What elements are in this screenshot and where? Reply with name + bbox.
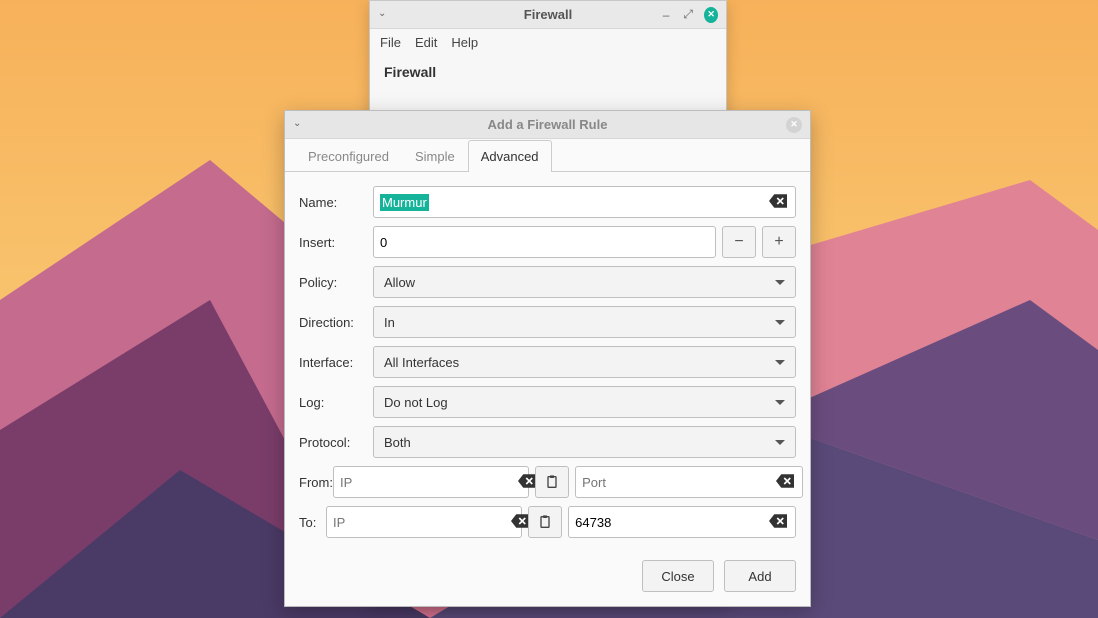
to-port-value[interactable] xyxy=(575,515,767,530)
chevron-down-icon xyxy=(775,320,785,325)
maximize-icon[interactable]: ⤢ xyxy=(682,8,694,22)
protocol-value: Both xyxy=(384,435,411,450)
menu-file[interactable]: File xyxy=(380,35,401,50)
from-paste-button[interactable] xyxy=(535,466,569,498)
label-policy: Policy: xyxy=(299,275,373,290)
firewall-window-title: Firewall xyxy=(436,7,660,22)
insert-decrement-button[interactable]: − xyxy=(722,226,756,258)
clear-from-port-icon[interactable] xyxy=(774,474,796,491)
close-button[interactable]: Close xyxy=(642,560,714,592)
label-protocol: Protocol: xyxy=(299,435,373,450)
insert-increment-button[interactable]: + xyxy=(762,226,796,258)
close-icon[interactable] xyxy=(704,7,718,23)
minimize-icon[interactable]: – xyxy=(660,8,672,22)
dialog-titlebar[interactable]: ⌄ Add a Firewall Rule xyxy=(285,111,810,139)
clear-to-port-icon[interactable] xyxy=(767,514,789,531)
label-interface: Interface: xyxy=(299,355,373,370)
label-to: To: xyxy=(299,515,326,530)
window-menu-icon[interactable]: ⌄ xyxy=(378,8,392,22)
dialog-close-icon[interactable] xyxy=(786,117,802,133)
firewall-titlebar[interactable]: ⌄ Firewall – ⤢ xyxy=(370,1,726,29)
from-port-input[interactable] xyxy=(575,466,803,498)
firewall-section-title: Firewall xyxy=(384,64,712,80)
tab-simple[interactable]: Simple xyxy=(402,140,468,172)
from-port-value[interactable] xyxy=(582,475,774,490)
dialog-tabs: Preconfigured Simple Advanced xyxy=(285,139,810,172)
chevron-down-icon xyxy=(775,440,785,445)
policy-select[interactable]: Allow xyxy=(373,266,796,298)
chevron-down-icon xyxy=(775,360,785,365)
clear-name-icon[interactable] xyxy=(767,194,789,211)
label-name: Name: xyxy=(299,195,373,210)
menubar: File Edit Help xyxy=(370,29,726,56)
tab-advanced[interactable]: Advanced xyxy=(468,140,552,172)
from-ip-value[interactable] xyxy=(340,475,516,490)
insert-input[interactable] xyxy=(373,226,716,258)
insert-value[interactable] xyxy=(380,235,709,250)
log-select[interactable]: Do not Log xyxy=(373,386,796,418)
tab-preconfigured[interactable]: Preconfigured xyxy=(295,140,402,172)
add-button[interactable]: Add xyxy=(724,560,796,592)
chevron-down-icon xyxy=(775,400,785,405)
menu-edit[interactable]: Edit xyxy=(415,35,437,50)
label-from: From: xyxy=(299,475,333,490)
interface-select[interactable]: All Interfaces xyxy=(373,346,796,378)
menu-help[interactable]: Help xyxy=(451,35,478,50)
dialog-menu-icon[interactable]: ⌄ xyxy=(293,118,307,132)
label-log: Log: xyxy=(299,395,373,410)
policy-value: Allow xyxy=(384,275,415,290)
dialog-title: Add a Firewall Rule xyxy=(351,117,744,132)
to-ip-value[interactable] xyxy=(333,515,509,530)
chevron-down-icon xyxy=(775,280,785,285)
label-direction: Direction: xyxy=(299,315,373,330)
to-ip-input[interactable] xyxy=(326,506,522,538)
direction-value: In xyxy=(384,315,395,330)
protocol-select[interactable]: Both xyxy=(373,426,796,458)
label-insert: Insert: xyxy=(299,235,373,250)
name-input[interactable]: Murmur xyxy=(373,186,796,218)
log-value: Do not Log xyxy=(384,395,448,410)
to-port-input[interactable] xyxy=(568,506,796,538)
from-ip-input[interactable] xyxy=(333,466,529,498)
to-paste-button[interactable] xyxy=(528,506,562,538)
name-value: Murmur xyxy=(380,194,429,211)
add-rule-dialog: ⌄ Add a Firewall Rule Preconfigured Simp… xyxy=(284,110,811,607)
direction-select[interactable]: In xyxy=(373,306,796,338)
interface-value: All Interfaces xyxy=(384,355,459,370)
